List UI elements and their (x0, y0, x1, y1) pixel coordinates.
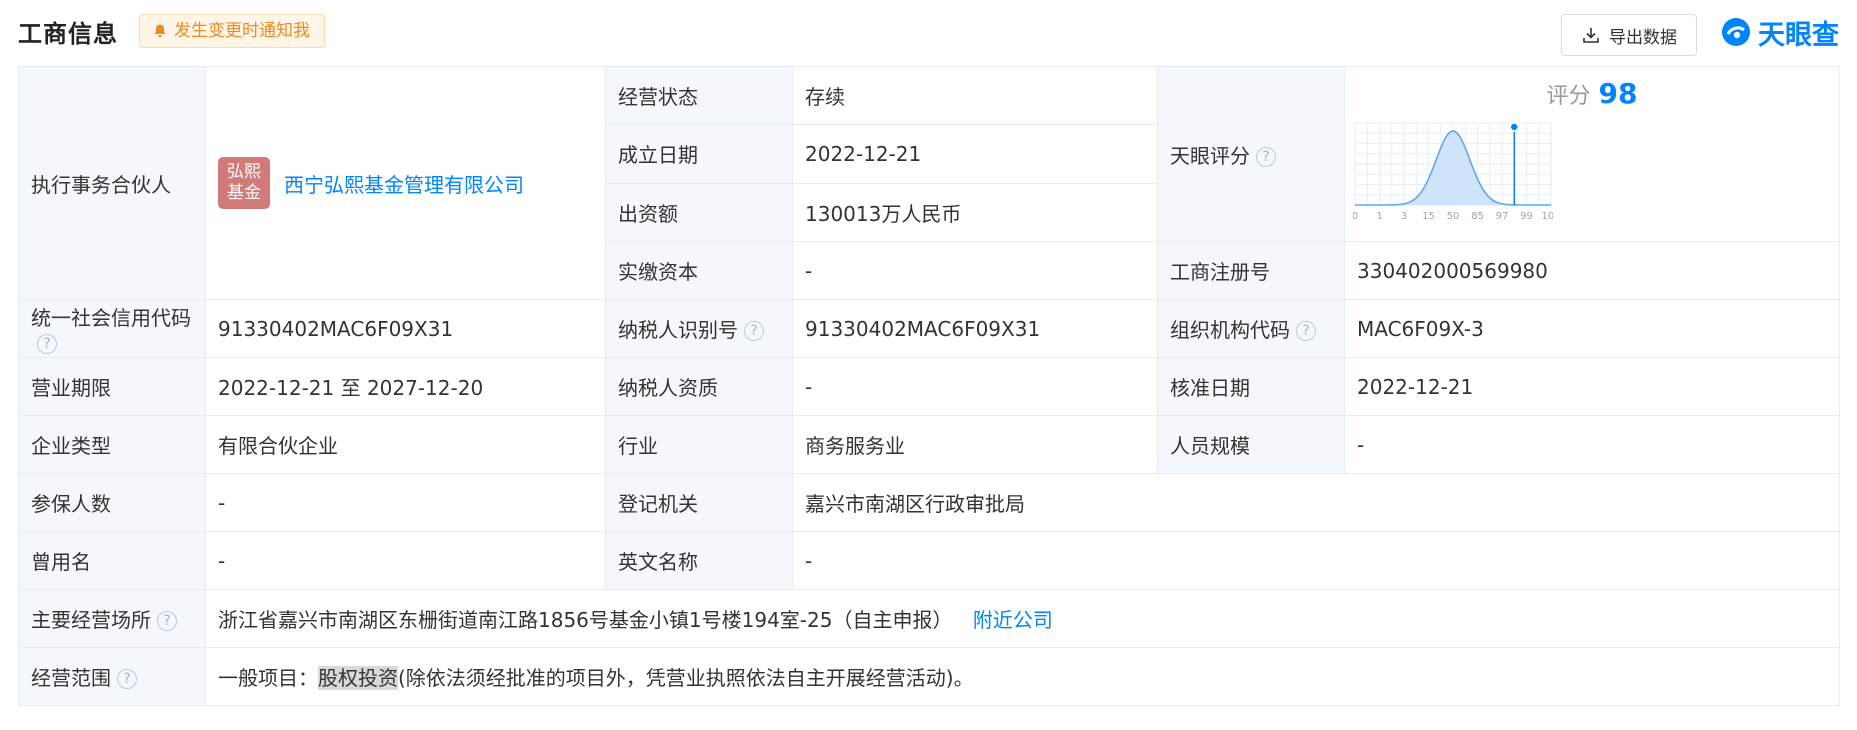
insured-value: - (205, 473, 606, 532)
tianyancha-logo-icon (1722, 18, 1750, 46)
credit-code-label-cell: 统一社会信用代码? (18, 299, 206, 358)
reg-no-value: 330402000569980 (1344, 241, 1840, 300)
insured-label: 参保人数 (18, 473, 206, 532)
header-bar: 工商信息 发生变更时通知我 导出数据 天眼查 (0, 0, 1857, 66)
score-tick-label: 15 (1422, 211, 1435, 222)
score-tick-label: 0 (1353, 211, 1358, 222)
credit-code-label: 统一社会信用代码 (31, 306, 191, 330)
scope-highlight: 股权投资 (318, 666, 398, 690)
partner-name-link[interactable]: 西宁弘熙基金管理有限公司 (284, 169, 524, 198)
company-type-value: 有限合伙企业 (205, 415, 606, 474)
score-chart-cell: 评分 98 0 1 3 15 50 85 97 99 100 (1344, 66, 1840, 242)
brand-logo[interactable]: 天眼查 (1720, 14, 1839, 51)
score-value: 98 (1598, 77, 1638, 110)
partner-logo-text-top: 弘熙 (227, 162, 261, 182)
address-value: 浙江省嘉兴市南湖区东栅街道南江路1856号基金小镇1号楼194室-25（自主申报… (218, 608, 953, 632)
partner-logo-text-bottom: 基金 (227, 183, 261, 203)
score-tick-label: 1 (1376, 211, 1382, 222)
address-cell: 浙江省嘉兴市南湖区东栅街道南江路1856号基金小镇1号楼194室-25（自主申报… (205, 589, 1840, 648)
score-tick-label: 50 (1447, 211, 1460, 222)
export-data-button[interactable]: 导出数据 (1561, 14, 1697, 56)
partner-logo[interactable]: 弘熙 基金 (218, 157, 270, 209)
brand-name: 天眼查 (1758, 19, 1839, 51)
org-code-value: MAC6F09X-3 (1344, 299, 1840, 358)
industry-value: 商务服务业 (792, 415, 1158, 474)
taxpayer-id-label: 纳税人识别号 (618, 318, 738, 342)
scope-cell: 一般项目：股权投资(除依法须经批准的项目外，凭营业执照依法自主开展经营活动)。 (205, 647, 1840, 706)
score-tick-label: 97 (1496, 211, 1509, 222)
business-info-table: 执行事务合伙人 弘熙 基金 西宁弘熙基金管理有限公司 经营状态 存续 天眼评分?… (18, 65, 1840, 706)
paidin-value: - (792, 241, 1158, 300)
score-title: 评分 98 (1345, 77, 1839, 110)
org-code-label-cell: 组织机构代码? (1157, 299, 1345, 358)
taxpayer-id-value: 91330402MAC6F09X31 (792, 299, 1158, 358)
export-label: 导出数据 (1609, 27, 1677, 48)
help-icon[interactable]: ? (1296, 321, 1316, 341)
english-name-label: 英文名称 (605, 531, 793, 590)
score-tick-label: 85 (1471, 211, 1484, 222)
nearby-companies-link[interactable]: 附近公司 (973, 608, 1053, 632)
help-icon[interactable]: ? (157, 611, 177, 631)
founded-value: 2022-12-21 (792, 124, 1158, 184)
approval-date-label: 核准日期 (1157, 357, 1345, 416)
address-label: 主要经营场所 (31, 608, 151, 632)
partner-label: 执行事务合伙人 (18, 66, 206, 300)
capital-label: 出资额 (605, 182, 793, 243)
term-value: 2022-12-21 至 2027-12-20 (205, 357, 606, 416)
help-icon[interactable]: ? (744, 321, 764, 341)
score-tick-label: 3 (1401, 211, 1407, 222)
taxpayer-qual-value: - (792, 357, 1158, 416)
authority-value: 嘉兴市南湖区行政审批局 (792, 473, 1840, 532)
score-distribution-chart: 0 1 3 15 50 85 97 99 100 (1353, 122, 1553, 222)
score-marker-pin (1509, 122, 1519, 132)
tianyan-score-label-cell: 天眼评分? (1157, 66, 1345, 242)
reg-no-label: 工商注册号 (1157, 241, 1345, 300)
scope-prefix: 一般项目： (218, 666, 318, 690)
download-icon (1583, 28, 1599, 43)
notify-label: 发生变更时通知我 (174, 21, 310, 41)
score-tick-label: 99 (1520, 211, 1533, 222)
industry-label: 行业 (605, 415, 793, 474)
taxpayer-qual-label: 纳税人资质 (605, 357, 793, 416)
status-value: 存续 (792, 65, 1158, 126)
score-label: 评分 (1546, 84, 1591, 109)
bell-icon (154, 24, 166, 37)
capital-value: 130013万人民币 (792, 182, 1158, 243)
staff-size-value: - (1344, 415, 1840, 474)
scope-rest: (除依法须经批准的项目外，凭营业执照依法自主开展经营活动)。 (398, 666, 974, 690)
former-name-label: 曾用名 (18, 531, 206, 590)
taxpayer-id-label-cell: 纳税人识别号? (605, 299, 793, 358)
term-label: 营业期限 (18, 357, 206, 416)
help-icon[interactable]: ? (1256, 146, 1276, 167)
english-name-value: - (792, 531, 1840, 590)
company-type-label: 企业类型 (18, 415, 206, 474)
authority-label: 登记机关 (605, 473, 793, 532)
former-name-value: - (205, 531, 606, 590)
tianyan-score-label: 天眼评分 (1170, 143, 1250, 168)
staff-size-label: 人员规模 (1157, 415, 1345, 474)
scope-label-cell: 经营范围? (18, 647, 206, 706)
notify-on-change-button[interactable]: 发生变更时通知我 (139, 14, 325, 48)
org-code-label: 组织机构代码 (1170, 318, 1290, 342)
partner-cell: 弘熙 基金 西宁弘熙基金管理有限公司 (205, 66, 606, 300)
distribution-area (1355, 131, 1551, 205)
help-icon[interactable]: ? (37, 334, 57, 354)
help-icon[interactable]: ? (117, 669, 137, 689)
credit-code-value: 91330402MAC6F09X31 (205, 299, 606, 358)
founded-label: 成立日期 (605, 124, 793, 184)
section-title: 工商信息 (18, 20, 118, 48)
score-tick-label: 100 (1541, 211, 1553, 222)
scope-label: 经营范围 (31, 666, 111, 690)
approval-date-value: 2022-12-21 (1344, 357, 1840, 416)
paidin-label: 实缴资本 (605, 241, 793, 300)
address-label-cell: 主要经营场所? (18, 589, 206, 648)
status-label: 经营状态 (605, 65, 793, 126)
